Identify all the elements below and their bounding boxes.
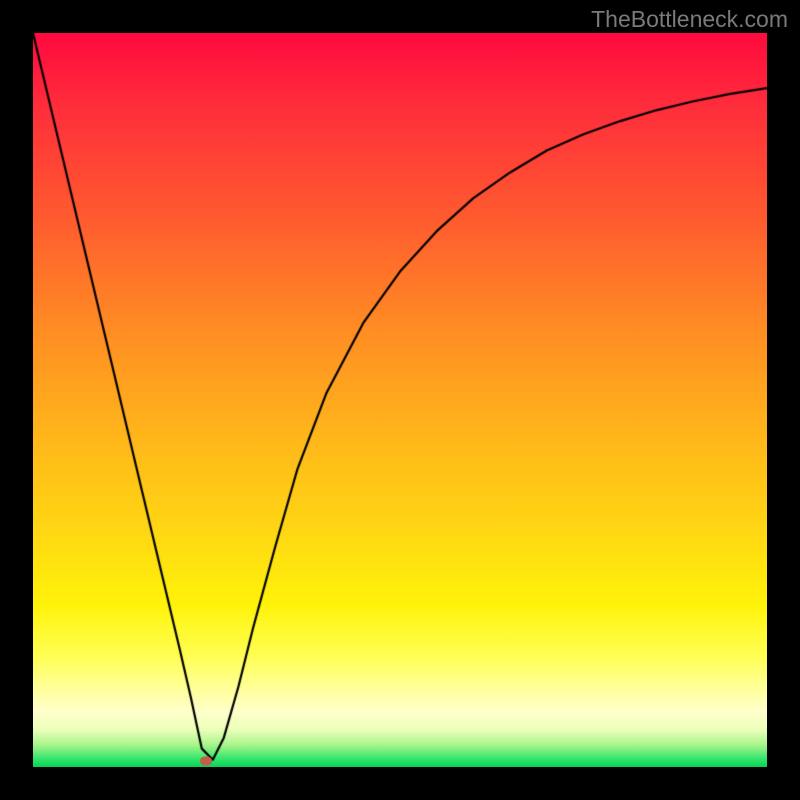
plot-area: [33, 33, 767, 767]
optimal-dot-marker: [200, 757, 212, 766]
bottleneck-curve: [33, 33, 767, 767]
attribution-label: TheBottleneck.com: [591, 6, 788, 33]
chart-frame: TheBottleneck.com: [0, 0, 800, 800]
